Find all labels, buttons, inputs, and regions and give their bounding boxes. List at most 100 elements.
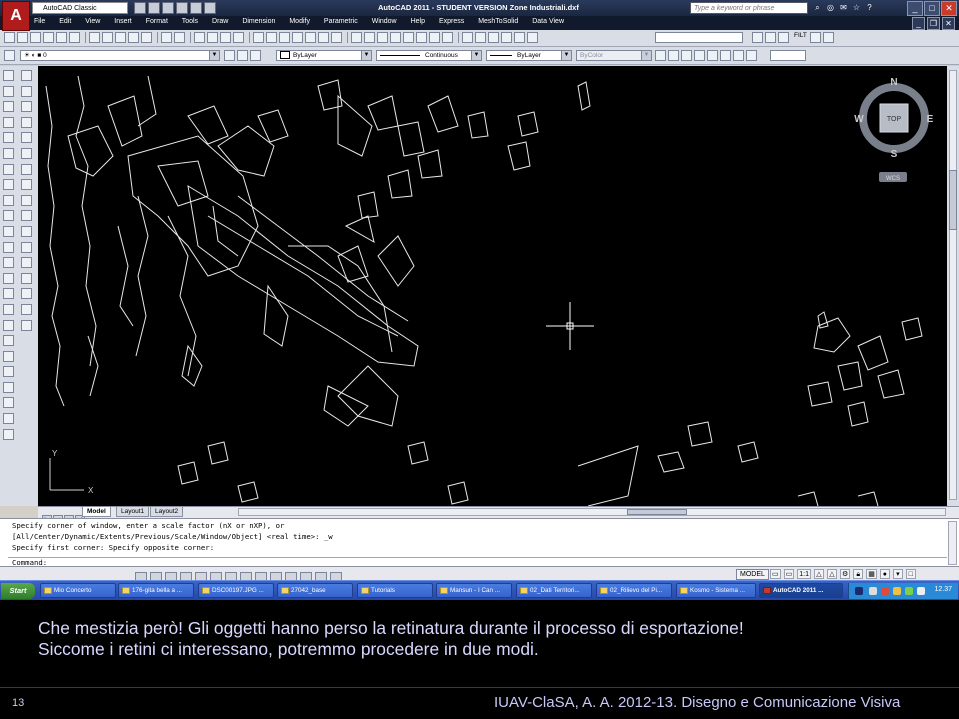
task-button[interactable]: Mansun - I Can ...: [436, 583, 512, 598]
express-tool-5-icon[interactable]: [514, 32, 525, 43]
command-scrollbar[interactable]: [948, 521, 957, 565]
isolate-objects-icon[interactable]: ●: [879, 569, 890, 579]
layer-tool-5-icon[interactable]: [403, 32, 414, 43]
tray-app-icon[interactable]: [905, 587, 913, 595]
dim-tool-3-icon[interactable]: [3, 413, 14, 425]
communication-icon[interactable]: ✉: [838, 2, 849, 13]
favorites-icon[interactable]: ☆: [851, 2, 862, 13]
tab-layout2[interactable]: Layout2: [150, 507, 184, 517]
express-tool-3-icon[interactable]: [488, 32, 499, 43]
doc-close-icon[interactable]: ✕: [942, 17, 955, 30]
quick-view-layouts-icon[interactable]: ▭: [770, 569, 781, 579]
layer-tool-4-icon[interactable]: [390, 32, 401, 43]
join-icon[interactable]: [21, 272, 32, 284]
scale-icon[interactable]: [21, 179, 32, 191]
minimize-icon[interactable]: _: [907, 1, 923, 16]
explode-icon[interactable]: [21, 319, 32, 331]
ellipse-icon[interactable]: [3, 210, 14, 222]
print-icon[interactable]: [43, 32, 54, 43]
horizontal-scrollbar[interactable]: [238, 508, 946, 516]
tray-app-icon[interactable]: [869, 587, 877, 595]
horizontal-scroll-thumb[interactable]: [627, 509, 687, 515]
tray-app-icon[interactable]: [881, 587, 889, 595]
lock-icon[interactable]: 🔒︎: [853, 569, 864, 579]
close-icon[interactable]: ✕: [941, 1, 957, 16]
rectangle-icon[interactable]: [3, 132, 14, 144]
point-icon[interactable]: [3, 272, 14, 284]
drawing-canvas[interactable]: Y X TOP N S E W WCS: [38, 66, 947, 506]
hatch-icon[interactable]: [3, 288, 14, 300]
new-icon[interactable]: [134, 2, 146, 14]
stretch-icon[interactable]: [21, 194, 32, 206]
maximize-icon[interactable]: □: [924, 1, 940, 16]
model-space-button[interactable]: MODEL: [736, 569, 769, 580]
circle-icon[interactable]: [3, 163, 14, 175]
menu-express[interactable]: Express: [439, 18, 464, 25]
annotation-scale[interactable]: 1:1: [797, 569, 811, 579]
menu-window[interactable]: Window: [372, 18, 397, 25]
task-button[interactable]: Kosmo - Sistema ...: [676, 583, 756, 598]
quick-view-drawings-icon[interactable]: ▭: [783, 569, 795, 579]
status-bar-menu-icon[interactable]: ▾: [892, 569, 903, 579]
linetype-combo[interactable]: Continuous ▼: [376, 50, 482, 61]
volume-icon[interactable]: [917, 587, 925, 595]
view-tool-4-icon[interactable]: [694, 50, 705, 61]
task-button[interactable]: 02_Dati Territori...: [516, 583, 592, 598]
task-button[interactable]: Mio Concerto: [40, 583, 116, 598]
add-selected-icon[interactable]: [3, 366, 14, 378]
filter-help-icon[interactable]: [822, 32, 834, 43]
undo-icon[interactable]: [176, 2, 188, 14]
insert-block-icon[interactable]: [3, 241, 14, 253]
sheet-set-icon[interactable]: [292, 32, 303, 43]
table-icon[interactable]: [3, 335, 14, 347]
tray-app-icon[interactable]: [893, 587, 901, 595]
search-icon[interactable]: ⌕: [812, 2, 823, 13]
help-search-input[interactable]: Type a keyword or phrase: [690, 2, 808, 14]
zoom-realtime-icon[interactable]: [207, 32, 218, 43]
save-file-icon[interactable]: [30, 32, 41, 43]
viewcube[interactable]: TOP N S E W WCS: [854, 77, 934, 182]
task-button[interactable]: Tutorials: [357, 583, 433, 598]
workspace-switching-icon[interactable]: ⚙: [839, 569, 851, 579]
layer-tool-3-icon[interactable]: [377, 32, 388, 43]
make-block-icon[interactable]: [3, 257, 14, 269]
filter-tool-1-icon[interactable]: [752, 32, 763, 43]
polyline-icon[interactable]: [3, 101, 14, 113]
menu-edit[interactable]: Edit: [59, 18, 71, 25]
menu-file[interactable]: File: [34, 18, 45, 25]
task-button[interactable]: 27042_base: [277, 583, 353, 598]
design-center-icon[interactable]: [266, 32, 277, 43]
quickcalc-icon[interactable]: [318, 32, 329, 43]
layer-manager-icon[interactable]: [4, 50, 15, 61]
copy-icon[interactable]: [102, 32, 113, 43]
hardware-acceleration-icon[interactable]: ▦: [866, 569, 877, 579]
annotation-visibility-icon[interactable]: △: [813, 569, 824, 579]
layer-tool-6-icon[interactable]: [416, 32, 427, 43]
array-icon[interactable]: [21, 132, 32, 144]
workspace-select[interactable]: AutoCAD Classic: [32, 2, 128, 14]
task-button[interactable]: 02_Rilievo del Pi...: [596, 583, 672, 598]
menu-data-view[interactable]: Data View: [532, 18, 564, 25]
construction-line-icon[interactable]: [3, 85, 14, 97]
move-icon[interactable]: [21, 147, 32, 159]
help-toolbar-icon[interactable]: [331, 32, 342, 43]
view-combo[interactable]: [770, 50, 806, 61]
zoom-previous-icon[interactable]: [233, 32, 244, 43]
task-button[interactable]: DSC00197.JPG ...: [198, 583, 274, 598]
vertical-scrollbar[interactable]: [947, 66, 959, 506]
publish-icon[interactable]: [69, 32, 80, 43]
task-button-active[interactable]: AutoCAD 2011 ...: [759, 583, 843, 598]
mirror-icon[interactable]: [21, 101, 32, 113]
view-tool-2-icon[interactable]: [668, 50, 679, 61]
view-tool-1-icon[interactable]: [655, 50, 666, 61]
ellipse-arc-icon[interactable]: [3, 225, 14, 237]
dim-tool-1-icon[interactable]: [3, 381, 14, 393]
menu-modify[interactable]: Modify: [289, 18, 310, 25]
layer-previous-icon[interactable]: [237, 50, 248, 61]
menu-format[interactable]: Format: [146, 18, 168, 25]
doc-minimize-icon[interactable]: _: [912, 17, 925, 30]
dim-tool-2-icon[interactable]: [3, 397, 14, 409]
mtext-icon[interactable]: [3, 350, 14, 362]
task-button[interactable]: 176-gita bella a ...: [118, 583, 194, 598]
menu-draw[interactable]: Draw: [212, 18, 228, 25]
